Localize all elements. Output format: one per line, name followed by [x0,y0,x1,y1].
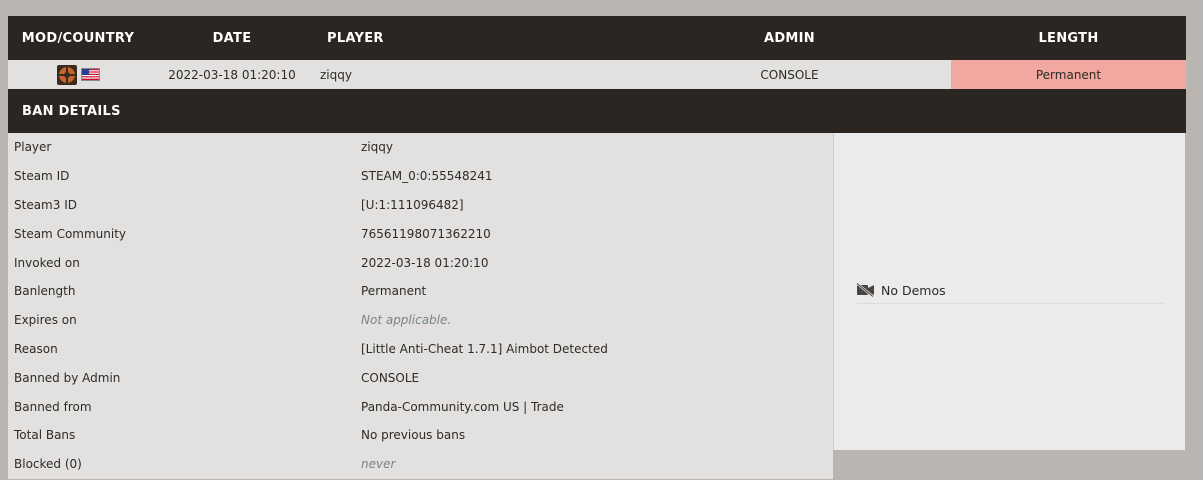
detail-value: STEAM_0:0:55548241 [361,169,493,184]
detail-label: Steam ID [14,169,70,184]
detail-label: Steam Community [14,226,127,241]
detail-value: Permanent [361,284,427,299]
column-date[interactable]: DATE [148,16,316,60]
detail-value: [Little Anti-Cheat 1.7.1] Aimbot Detecte… [361,341,608,356]
video-off-icon [856,283,875,297]
no-demos-label: No Demos [881,282,946,298]
column-mod-country[interactable]: MOD/COUNTRY [8,16,148,60]
detail-value: never [361,457,396,472]
detail-label: Invoked on [14,255,80,270]
ban-details-body: Player ziqqy Steam ID STEAM_0:0:55548241… [8,133,1186,479]
detail-row-steam-id: Steam ID STEAM_0:0:55548241 [8,162,833,191]
detail-row-banned-from: Banned from Panda-Community.com US | Tra… [8,392,833,421]
ban-list-header: MOD/COUNTRY DATE PLAYER ADMIN LENGTH [8,16,1186,60]
detail-label: Player [14,140,52,155]
detail-label: Expires on [14,313,77,328]
detail-value: 2022-03-18 01:20:10 [361,255,489,270]
steam-community-link[interactable]: 76561198071362210 [361,227,491,241]
ban-details-title: BAN DETAILS [8,89,1186,133]
detail-row-invoked-on: Invoked on 2022-03-18 01:20:10 [8,248,833,277]
column-admin[interactable]: ADMIN [628,16,951,60]
us-flag-icon [80,68,100,81]
detail-value: ziqqy [361,140,393,155]
detail-value: No previous bans [361,428,466,443]
detail-row-banlength: Banlength Permanent [8,277,833,306]
detail-label: Blocked (0) [14,457,82,472]
detail-row-steam-community: Steam Community 76561198071362210 [8,219,833,248]
detail-label: Total Bans [14,428,76,443]
detail-value: Panda-Community.com US | Trade [361,399,564,414]
detail-value: Not applicable. [361,313,452,328]
detail-label: Steam3 ID [14,197,77,212]
detail-label: Banned by Admin [14,370,121,385]
detail-label: Reason [14,341,58,356]
detail-label: Banlength [14,284,76,299]
ban-row[interactable]: 2022-03-18 01:20:10 ziqqy CONSOLE Perman… [8,60,1186,89]
column-length[interactable]: LENGTH [951,16,1186,60]
detail-row-reason: Reason [Little Anti-Cheat 1.7.1] Aimbot … [8,335,833,364]
detail-row-banned-by-admin: Banned by Admin CONSOLE [8,363,833,392]
ban-admin: CONSOLE [760,67,819,82]
detail-row-player: Player ziqqy [8,133,833,162]
detail-value: CONSOLE [361,370,420,385]
tf2-game-icon [56,64,77,85]
ban-list: MOD/COUNTRY DATE PLAYER ADMIN LENGTH 202… [8,16,1186,480]
detail-label: Banned from [14,399,92,414]
detail-value: [U:1:111096482] [361,197,464,212]
ban-details-table: Player ziqqy Steam ID STEAM_0:0:55548241… [8,133,833,479]
demos-panel: No Demos [833,133,1185,450]
detail-row-total-bans: Total Bans No previous bans [8,421,833,450]
ban-length: Permanent [951,60,1186,89]
ban-date: 2022-03-18 01:20:10 [168,67,296,82]
column-player[interactable]: PLAYER [316,16,628,60]
ban-player: ziqqy [320,67,352,82]
detail-row-steam3-id: Steam3 ID [U:1:111096482] [8,191,833,220]
detail-row-expires-on: Expires on Not applicable. [8,306,833,335]
mod-country-cell [8,60,148,89]
detail-row-blocked: Blocked (0) never [8,450,833,479]
no-demos-item: No Demos [856,277,1164,304]
